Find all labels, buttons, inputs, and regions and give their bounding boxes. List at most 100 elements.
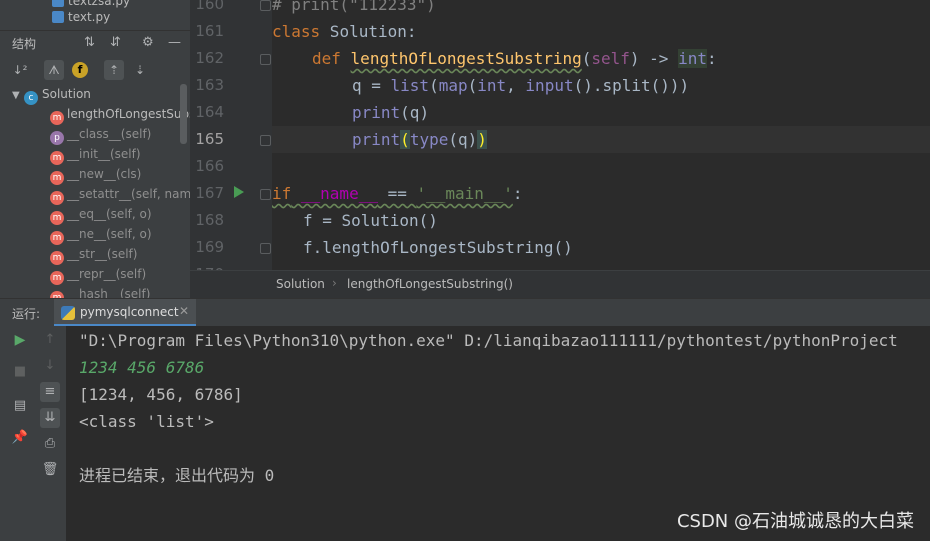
current-line-number: 165	[195, 130, 224, 148]
operator: ==	[377, 184, 417, 203]
trash-icon[interactable]: 🗑	[40, 460, 60, 480]
member-name: __setattr__	[67, 187, 132, 201]
tree-member[interactable]: p __class__(self)	[50, 124, 152, 145]
return-type: int	[678, 49, 707, 68]
class-name: Solution	[42, 87, 91, 101]
member-signature: (self, name	[131, 187, 190, 201]
builtin: list	[390, 76, 430, 95]
fold-marker-icon[interactable]	[260, 0, 271, 11]
down-arrow-icon[interactable]: ↓	[40, 356, 60, 376]
breadcrumb-class[interactable]: Solution	[276, 277, 325, 291]
tree-member[interactable]: m __ne__(self, o)	[50, 224, 152, 245]
show-inherited-icon[interactable]: ᗑ	[44, 60, 64, 80]
print-icon[interactable]: ⎙	[40, 434, 60, 454]
chevron-right-icon: ›	[332, 276, 337, 290]
code-text: q =	[352, 76, 391, 95]
soft-wrap-icon[interactable]: ≡	[40, 382, 60, 402]
fold-marker-icon[interactable]	[260, 243, 271, 254]
rerun-icon[interactable]: ▶	[10, 330, 30, 350]
autoscroll-to-source-icon[interactable]: ⇡	[104, 60, 124, 80]
autoscroll-from-source-icon[interactable]: ⇣	[130, 60, 150, 80]
sort-icon[interactable]: ↓²	[10, 60, 30, 80]
structure-header: 结构 ⇅ ⇵ ⚙ —	[0, 30, 190, 55]
function-name: lengthOfLongestSubstring	[350, 49, 582, 68]
method-icon: m	[50, 211, 64, 225]
member-name: __ne__	[67, 227, 106, 241]
show-fields-icon[interactable]: f	[72, 62, 88, 78]
matched-paren: )	[477, 130, 487, 149]
tree-member[interactable]: m __hash__(self)	[50, 284, 150, 298]
member-signature: (self)	[106, 247, 138, 261]
run-label: 运行:	[12, 307, 41, 321]
console-line: [1234, 456, 6786]	[79, 385, 243, 404]
keyword: def	[312, 49, 341, 68]
file-name: textzsa.py	[68, 0, 131, 8]
hide-icon[interactable]: —	[168, 35, 181, 51]
fold-marker-icon[interactable]	[260, 189, 271, 200]
up-arrow-icon[interactable]: ↑	[40, 330, 60, 350]
line-number: 167	[195, 184, 224, 202]
builtin: print	[352, 130, 401, 149]
console-line: <class 'list'>	[79, 412, 214, 431]
fold-marker-icon[interactable]	[260, 135, 271, 146]
console-input-line: 1234 456 6786	[79, 358, 205, 377]
line-number: 162	[195, 49, 224, 67]
breadcrumb-method[interactable]: lengthOfLongestSubstring()	[347, 277, 513, 291]
member-name: __hash__	[67, 287, 120, 298]
tree-member[interactable]: m__setattr__(self, name	[50, 184, 190, 205]
method-icon: m	[50, 251, 64, 265]
gear-icon[interactable]: ⚙	[142, 35, 154, 51]
punct: (	[581, 49, 592, 68]
dunder-name: __name__	[291, 184, 378, 203]
member-signature: (self, o)	[106, 207, 152, 221]
run-tool-header: 运行: pymysqlconnect ✕	[0, 298, 930, 327]
tree-member[interactable]: m __repr__(self)	[50, 264, 146, 285]
code-text: (q)	[448, 130, 478, 149]
builtin: input	[525, 76, 574, 95]
builtin: type	[409, 130, 449, 149]
member-name: __class__	[67, 127, 121, 141]
member-name: lengthOfLongestSubs	[67, 107, 190, 121]
structure-scrollbar[interactable]	[180, 84, 187, 144]
code-line: def lengthOfLongestSubstring(self) -> in…	[312, 45, 717, 72]
scroll-to-end-icon[interactable]: ⇊	[40, 408, 60, 428]
tree-member[interactable]: m __init__(self)	[50, 144, 141, 165]
tree-member[interactable]: m __eq__(self, o)	[50, 204, 152, 225]
keyword: class	[272, 22, 321, 41]
code-line: class Solution:	[272, 18, 417, 45]
code-line: print(q)	[352, 99, 429, 126]
layout-icon[interactable]: ▤	[10, 396, 30, 416]
run-gutter-icon[interactable]	[234, 186, 244, 198]
member-name: __eq__	[67, 207, 106, 221]
code-line: # print("112233")	[272, 0, 436, 14]
tree-member[interactable]: m __str__(self)	[50, 244, 138, 265]
method-icon: m	[50, 271, 64, 285]
member-signature: (self)	[120, 127, 152, 141]
method-icon: m	[50, 291, 64, 298]
builtin: int	[477, 76, 507, 95]
file-item[interactable]: text.py	[52, 8, 110, 26]
code-editor[interactable]: # print("112233") class Solution: def le…	[272, 0, 930, 270]
tree-member[interactable]: m lengthOfLongestSubs	[50, 104, 190, 125]
matched-paren: (	[400, 130, 410, 149]
fold-marker-icon[interactable]	[260, 54, 271, 65]
stop-icon[interactable]: ■	[10, 362, 30, 382]
collapse-all-icon[interactable]: ⇵	[110, 35, 121, 51]
run-config-tab[interactable]: pymysqlconnect ✕	[54, 299, 196, 327]
pin-icon[interactable]: 📌	[10, 428, 30, 448]
close-icon[interactable]: ✕	[179, 304, 189, 318]
file-name: text.py	[68, 10, 111, 24]
chevron-down-icon[interactable]: ▼	[12, 86, 24, 106]
member-name: __new__	[67, 167, 116, 181]
project-files: textzsa.py text.py	[0, 0, 190, 30]
structure-panel: textzsa.py text.py 结构 ⇅ ⇵ ⚙ — ↓² ᗑ f ⇡ ⇣…	[0, 0, 190, 298]
punct: :	[706, 49, 717, 68]
tree-class-node[interactable]: ▼ c Solution	[12, 84, 91, 106]
code-line: q = list(map(int, input().split()))	[352, 72, 689, 99]
expand-all-icon[interactable]: ⇅	[84, 35, 95, 51]
method-icon: m	[50, 171, 64, 185]
code-text: (q)	[400, 103, 430, 122]
punct: ,	[506, 76, 526, 95]
self-param: self	[591, 49, 630, 68]
tree-member[interactable]: m __new__(cls)	[50, 164, 141, 185]
